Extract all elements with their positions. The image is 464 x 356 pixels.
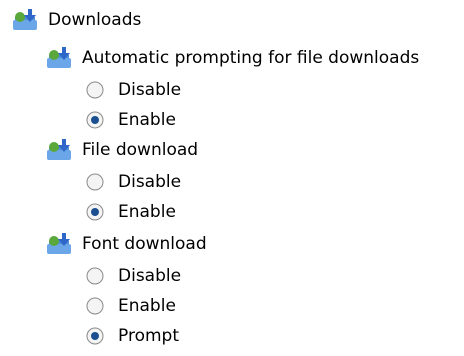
tree-node-label: File download	[82, 140, 199, 160]
tree-node-label: Automatic prompting for file downloads	[82, 48, 420, 68]
downloads-policy-folder-icon	[47, 47, 71, 68]
tree-node-automatic-prompting[interactable]: Automatic prompting for file downloads	[46, 44, 419, 72]
radio-unselected-icon[interactable]	[86, 267, 104, 285]
radio-selected-icon[interactable]	[86, 111, 104, 129]
tree-node-file-download[interactable]: File download	[46, 136, 198, 164]
downloads-policy-folder-icon	[47, 139, 71, 160]
tree-node-downloads[interactable]: Downloads	[12, 6, 141, 34]
downloads-policy-folder-icon	[13, 9, 37, 30]
radio-selected-icon[interactable]	[86, 327, 104, 345]
radio-option-enable[interactable]: Enable	[86, 106, 176, 134]
radio-option-label: Enable	[118, 202, 176, 222]
radio-option-disable[interactable]: Disable	[86, 168, 181, 196]
radio-selected-icon[interactable]	[86, 203, 104, 221]
radio-option-label: Disable	[118, 80, 182, 100]
radio-option-disable[interactable]: Disable	[86, 262, 181, 290]
radio-option-prompt[interactable]: Prompt	[86, 322, 179, 350]
radio-option-disable[interactable]: Disable	[86, 76, 181, 104]
radio-unselected-icon[interactable]	[86, 81, 104, 99]
radio-option-label: Prompt	[118, 326, 179, 346]
radio-unselected-icon[interactable]	[86, 173, 104, 191]
tree-node-label: Font download	[82, 234, 207, 254]
tree-node-font-download[interactable]: Font download	[46, 230, 207, 258]
radio-option-enable[interactable]: Enable	[86, 292, 176, 320]
radio-option-label: Enable	[118, 110, 176, 130]
tree-node-label: Downloads	[48, 10, 142, 30]
radio-option-label: Disable	[118, 172, 182, 192]
downloads-policy-folder-icon	[47, 233, 71, 254]
downloads-policy-tree: Downloads Automatic prompting for file d…	[0, 0, 464, 356]
radio-unselected-icon[interactable]	[86, 297, 104, 315]
radio-option-label: Disable	[118, 266, 182, 286]
radio-option-enable[interactable]: Enable	[86, 198, 176, 226]
radio-option-label: Enable	[118, 296, 176, 316]
